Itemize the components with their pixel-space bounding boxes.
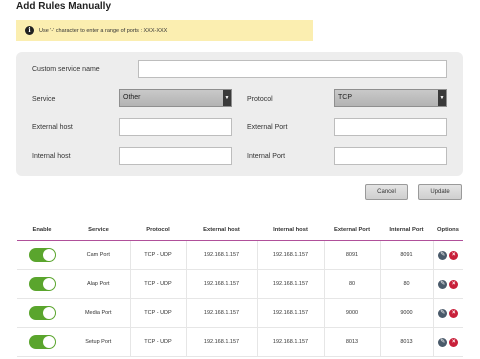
external-host-input[interactable] (119, 118, 232, 136)
column-header-external-port: External Port (324, 219, 380, 241)
close-icon[interactable]: × (449, 308, 459, 318)
service-cell: Media Port (67, 298, 130, 328)
external-host-label: External host (32, 124, 73, 131)
close-icon[interactable]: × (449, 337, 459, 347)
external-port-cell: 8013 (323, 327, 380, 357)
external-host-cell: 192.168.1.157 (185, 327, 257, 357)
enable-toggle[interactable] (28, 306, 56, 320)
column-header-internal-host: Internal host (257, 219, 324, 241)
column-header-options: Options (433, 219, 463, 241)
column-header-protocol: Protocol (130, 219, 186, 241)
internal-host-cell: 192.168.1.157 (256, 240, 324, 270)
protocol-cell: TCP - UDP (129, 298, 186, 328)
internal-port-cell: 80 (379, 269, 433, 299)
protocol-cell: TCP - UDP (129, 269, 186, 299)
external-port-input[interactable] (334, 118, 447, 136)
close-icon[interactable]: × (449, 250, 459, 260)
close-icon[interactable]: × (449, 279, 459, 289)
service-cell: Alap Port (67, 269, 130, 299)
external-port-cell: 80 (323, 269, 380, 299)
port-forwarding-rules-table: Enable Service Protocol External host In… (17, 219, 463, 357)
notice-text: Use '-' character to enter a range of po… (39, 27, 168, 34)
enable-toggle[interactable] (28, 248, 56, 262)
chevron-down-icon: ▼ (438, 90, 446, 106)
internal-port-input[interactable] (334, 147, 447, 165)
external-port-cell: 9000 (323, 298, 380, 328)
table-row: Media Port TCP - UDP 192.168.1.157 192.1… (17, 298, 463, 328)
add-rule-form: Custom service name Service Other ▼ Prot… (16, 52, 463, 176)
service-cell: Cam Port (67, 240, 130, 270)
external-port-cell: 8091 (323, 240, 380, 270)
service-select[interactable]: Other ▼ (119, 89, 232, 107)
toggle-knob (42, 278, 55, 290)
protocol-label: Protocol (247, 96, 273, 103)
column-header-enable: Enable (17, 219, 67, 241)
toggle-knob (42, 307, 55, 319)
pencil-icon[interactable]: ✎ (438, 250, 448, 260)
enable-toggle[interactable] (28, 277, 56, 291)
column-header-internal-port: Internal Port (380, 219, 433, 241)
custom-service-name-label: Custom service name (32, 66, 100, 73)
protocol-select[interactable]: TCP ▼ (334, 89, 447, 107)
external-host-cell: 192.168.1.157 (185, 269, 257, 299)
column-header-service: Service (67, 219, 130, 241)
internal-host-cell: 192.168.1.157 (256, 298, 324, 328)
table-row: Setup Port TCP - UDP 192.168.1.157 192.1… (17, 327, 463, 357)
chevron-down-icon: ▼ (223, 90, 231, 106)
enable-toggle[interactable] (28, 335, 56, 349)
toggle-knob (42, 336, 55, 348)
internal-port-cell: 9000 (379, 298, 433, 328)
internal-host-input[interactable] (119, 147, 232, 165)
external-host-cell: 192.168.1.157 (185, 240, 257, 270)
update-button[interactable]: Update (418, 184, 462, 200)
pencil-icon[interactable]: ✎ (438, 337, 448, 347)
table-header-row: Enable Service Protocol External host In… (17, 219, 463, 241)
protocol-cell: TCP - UDP (129, 240, 186, 270)
internal-host-label: Internal host (32, 153, 71, 160)
protocol-cell: TCP - UDP (129, 327, 186, 357)
service-select-value: Other (123, 94, 141, 101)
pencil-icon[interactable]: ✎ (438, 279, 448, 289)
service-label: Service (32, 96, 56, 103)
column-header-external-host: External host (186, 219, 257, 241)
custom-service-name-input[interactable] (138, 60, 447, 78)
toggle-knob (42, 249, 55, 261)
cancel-button[interactable]: Cancel (365, 184, 408, 200)
service-cell: Setup Port (67, 327, 130, 357)
internal-host-cell: 192.168.1.157 (256, 327, 324, 357)
info-icon: i (25, 26, 34, 35)
protocol-select-value: TCP (338, 94, 352, 101)
page-title: Add Rules Manually (16, 1, 112, 12)
external-port-label: External Port (247, 124, 288, 131)
internal-host-cell: 192.168.1.157 (256, 269, 324, 299)
internal-port-label: Internal Port (247, 153, 286, 160)
table-row: Cam Port TCP - UDP 192.168.1.157 192.168… (17, 240, 463, 270)
pencil-icon[interactable]: ✎ (438, 308, 448, 318)
external-host-cell: 192.168.1.157 (185, 298, 257, 328)
internal-port-cell: 8013 (379, 327, 433, 357)
info-notice: i Use '-' character to enter a range of … (16, 20, 313, 41)
table-row: Alap Port TCP - UDP 192.168.1.157 192.16… (17, 269, 463, 299)
internal-port-cell: 8091 (379, 240, 433, 270)
